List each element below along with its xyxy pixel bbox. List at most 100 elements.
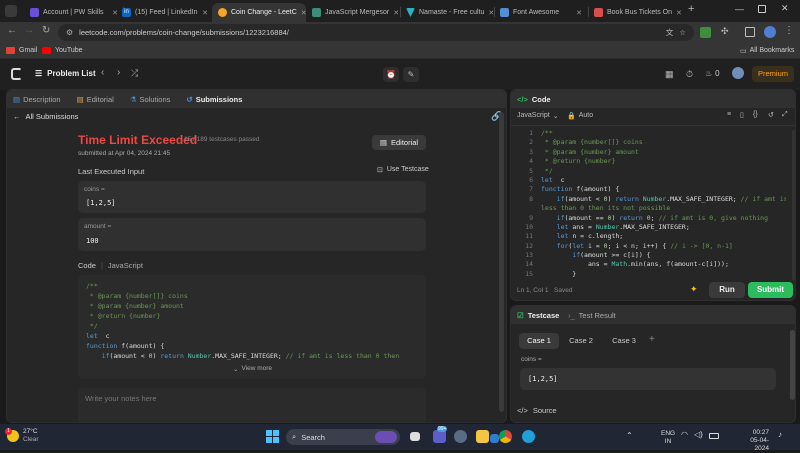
forward-icon[interactable]: → [24, 25, 34, 36]
auto-mode-toggle[interactable]: 🔒 Auto [567, 112, 593, 120]
case-3-button[interactable]: Case 3 [606, 333, 642, 349]
code-line[interactable]: 5 */ [511, 167, 791, 176]
language-select[interactable]: JavaScript ⌄ [517, 112, 559, 120]
file-explorer-icon[interactable] [476, 430, 489, 443]
new-tab-button[interactable]: + [688, 3, 694, 15]
code-line[interactable]: 9 if(amount == 0) return 0; // if amt is… [511, 214, 791, 223]
premium-button[interactable]: Premium [752, 66, 794, 82]
extension-icon[interactable] [700, 27, 711, 38]
code-line[interactable]: 13 if(amount >= c[i]) { [511, 251, 791, 260]
case-2-button[interactable]: Case 2 [563, 333, 599, 349]
streak-counter[interactable]: ♨ 0 [705, 69, 720, 78]
close-icon[interactable]: ✕ [202, 9, 208, 17]
code-line[interactable]: 7 function f(amount) { [511, 185, 791, 194]
tab-submissions[interactable]: ↺ Submissions [186, 95, 242, 104]
magic-wand-icon[interactable]: ✦ [690, 284, 698, 295]
source-button[interactable]: </> Source [517, 406, 557, 415]
editorial-button[interactable]: ▤ Editorial [372, 135, 426, 150]
tray-chevron-icon[interactable]: ⌃ [626, 431, 633, 440]
timer-icon[interactable]: ⏱ [686, 69, 693, 80]
close-icon[interactable]: ✕ [393, 9, 399, 17]
code-line[interactable]: 3 * @param {number} amount [511, 148, 791, 157]
bookmark-gmail[interactable]: Gmail [6, 47, 37, 54]
code-line[interactable]: 12 for(let i = 0; i < n; i++) { // i -> … [511, 242, 791, 251]
browser-tab-namaste[interactable]: Namaste - Free cultu ✕ [400, 3, 494, 22]
fullscreen-icon[interactable]: ⤢ [782, 111, 788, 119]
browser-tab-pw-skills[interactable]: Account | PW Skills ✕ [24, 3, 124, 22]
tab-test-result[interactable]: ›_ Test Result [568, 311, 616, 320]
code-line[interactable]: 10 let ans = Number.MAX_SAFE_INTEGER; [511, 223, 791, 232]
tab-solutions[interactable]: ⚗ Solutions [130, 95, 171, 104]
user-avatar[interactable] [732, 67, 744, 79]
reload-icon[interactable]: ↻ [42, 25, 50, 36]
all-bookmarks[interactable]: ▭ All Bookmarks [740, 47, 794, 55]
code-line[interactable]: 6 let c [511, 176, 791, 185]
case-1-button[interactable]: Case 1 [519, 333, 559, 349]
browser-tab-mergesort[interactable]: JavaScript Mergesor ✕ [306, 3, 400, 22]
notification-bell-icon[interactable]: ♪ [778, 430, 782, 439]
code-line[interactable]: 2 * @param {number[]} coins [511, 138, 791, 147]
close-icon[interactable]: ✕ [676, 9, 682, 17]
volume-icon[interactable]: ◁) [694, 430, 703, 439]
maximize-button[interactable] [758, 5, 766, 13]
teams-app-icon[interactable]: 99+ [433, 426, 448, 443]
code-editor[interactable]: 1/** 2 * @param {number[]} coins 3 * @para… [511, 129, 791, 279]
translate-icon[interactable]: 文 [666, 27, 674, 38]
testcase-scrollbar[interactable] [790, 330, 795, 400]
wifi-icon[interactable]: ◠ [681, 430, 688, 439]
code-line[interactable]: 1 /** [511, 129, 791, 138]
braces-icon[interactable]: {} [753, 111, 758, 118]
layout-icon[interactable]: ▦ [665, 69, 674, 80]
code-line[interactable]: 11 let n = c.length; [511, 232, 791, 241]
next-problem-icon[interactable]: › [117, 67, 120, 78]
editor-scrollbar[interactable] [792, 130, 795, 280]
notes-button[interactable]: ✎ [403, 67, 419, 82]
extensions-puzzle-icon[interactable]: ✣ [721, 26, 729, 37]
bookmark-star-icon[interactable]: ☆ [679, 28, 686, 37]
minimize-button[interactable]: — [735, 4, 744, 14]
prev-problem-icon[interactable]: ‹ [101, 67, 104, 78]
code-line[interactable]: 14 ans = Math.min(ans, f(amount-c[i])); [511, 260, 791, 269]
tab-editorial[interactable]: ▤ Editorial [77, 95, 114, 104]
code-line[interactable]: 15 } [511, 270, 791, 279]
submit-button[interactable]: Submit [748, 282, 793, 298]
edge-app-icon[interactable] [522, 430, 535, 443]
reset-icon[interactable]: ↺ [768, 111, 774, 119]
add-case-button[interactable]: + [649, 334, 655, 345]
weather-widget[interactable]: 1 27°C Clear [5, 428, 39, 444]
code-line[interactable]: 8 if(amount < 0) return Number.MAX_SAFE_… [511, 195, 791, 204]
language-indicator[interactable]: ENG IN [661, 430, 675, 446]
site-info-icon[interactable]: ⚙ [66, 28, 73, 37]
coins-param-input[interactable]: [1,2,5] [520, 368, 776, 390]
notes-textarea[interactable]: Write your notes here [78, 388, 426, 422]
view-more-button[interactable]: ⌄ View more [233, 365, 272, 373]
vscode-app-icon[interactable] [490, 434, 499, 443]
debug-button[interactable]: ⏰ [383, 67, 399, 82]
browser-menu-icon[interactable]: ⋮ [784, 25, 794, 36]
bookmark-youtube[interactable]: YouTube [42, 47, 83, 54]
tab-description[interactable]: ▤ Description [13, 95, 61, 104]
settings-app-icon[interactable] [454, 430, 467, 443]
profile-avatar[interactable] [764, 26, 776, 38]
side-panel-icon[interactable] [745, 27, 755, 37]
windows-start-icon[interactable] [266, 430, 279, 443]
task-view-icon[interactable] [410, 432, 420, 441]
browser-tab-bus-tickets[interactable]: Book Bus Tickets On ✕ [588, 3, 682, 22]
browser-tab-linkedin[interactable]: in (15) Feed | LinkedIn ✕ [116, 3, 214, 22]
close-window-button[interactable]: ✕ [781, 3, 789, 14]
bookmark-icon[interactable]: ▯ [740, 111, 744, 119]
clock[interactable]: 00:27 05-04-2024 [739, 429, 769, 453]
tab-testcase[interactable]: ☑ Testcase [517, 311, 559, 320]
shuffle-icon[interactable]: ⤮ [131, 68, 138, 79]
code-line[interactable]: less than 0 then its not possible [511, 204, 791, 213]
browser-tab-leetcode[interactable]: Coin Change - LeetC ✕ [212, 3, 306, 22]
all-submissions-link[interactable]: ← All Submissions [13, 112, 78, 121]
address-bar[interactable]: ⚙ leetcode.com/problems/coin-change/subm… [58, 24, 694, 41]
battery-icon[interactable] [709, 433, 719, 439]
chrome-app-icon[interactable] [499, 430, 512, 443]
leetcode-logo-icon[interactable] [11, 68, 22, 80]
back-icon[interactable]: ← [7, 25, 17, 36]
use-testcase-button[interactable]: ⊡ Use Testcase [377, 166, 429, 174]
tab-search-icon[interactable] [5, 5, 17, 17]
run-button[interactable]: Run [709, 282, 745, 298]
